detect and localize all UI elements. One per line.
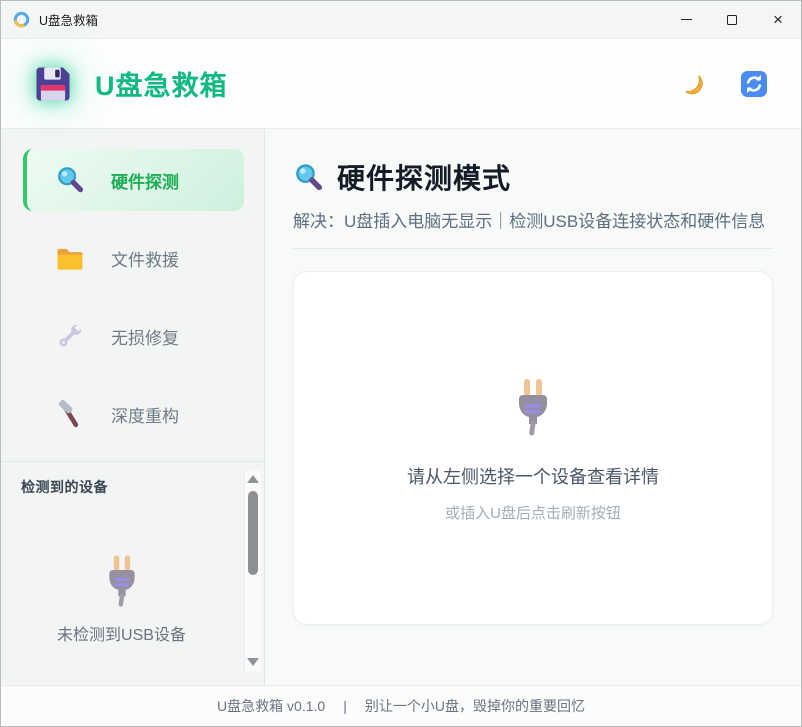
device-list-viewport: 未检测到USB设备 — [1, 506, 242, 673]
refresh-icon — [740, 70, 768, 98]
folder-icon — [55, 243, 85, 273]
app-logo — [29, 60, 77, 108]
close-button[interactable]: × — [755, 1, 801, 38]
plug-icon — [501, 373, 565, 437]
device-list-empty-state: 未检测到USB设备 — [1, 506, 242, 648]
footer-version: U盘急救箱 v0.1.0 — [217, 696, 325, 716]
page-subtitle: 解决：U盘插入电脑无显示｜检测USB设备连接状态和硬件信息 — [293, 209, 773, 249]
sidebar-item-label: 无损修复 — [111, 324, 179, 349]
scroll-up-arrow-icon[interactable] — [247, 475, 259, 483]
footer-slogan: 别让一个小U盘，毁掉你的重要回忆 — [365, 696, 585, 716]
floppy-disk-icon — [31, 62, 75, 106]
minimize-button[interactable] — [663, 1, 709, 38]
main-content: 硬件探测模式 解决：U盘插入电脑无显示｜检测USB设备连接状态和硬件信息 请从左… — [265, 129, 801, 685]
device-list-scrollbar[interactable] — [244, 470, 261, 671]
app-title: U盘急救箱 — [95, 64, 228, 103]
footer-separator: | — [343, 698, 347, 714]
wrench-icon — [55, 321, 85, 351]
maximize-button[interactable] — [709, 1, 755, 38]
plug-icon — [93, 550, 151, 608]
maximize-icon — [727, 15, 737, 25]
sidebar-item-label: 深度重构 — [111, 402, 179, 427]
sidebar-item-hardware-detect[interactable]: 硬件探测 — [23, 149, 244, 211]
sidebar-item-lossless-repair[interactable]: 无损修复 — [23, 305, 244, 367]
scrollbar-thumb[interactable] — [248, 491, 258, 575]
device-detail-placeholder-card: 请从左侧选择一个设备查看详情 或插入U盘后点击刷新按钮 — [293, 271, 773, 625]
page-title-row: 硬件探测模式 — [293, 157, 773, 197]
titlebar: U盘急救箱 × — [1, 1, 801, 39]
sidebar-nav: 硬件探测 文件救援 无损修复 深度重构 — [1, 129, 264, 461]
sidebar-item-label: 硬件探测 — [111, 168, 179, 193]
device-empty-text: 未检测到USB设备 — [57, 624, 186, 648]
placeholder-primary-text: 请从左侧选择一个设备查看详情 — [407, 463, 659, 489]
close-icon: × — [773, 11, 783, 28]
scroll-down-arrow-icon[interactable] — [247, 658, 259, 666]
app-window: U盘急救箱 × U盘急救箱 硬件探测 — [0, 0, 802, 727]
window-title: U盘急救箱 — [39, 10, 98, 29]
page-title: 硬件探测模式 — [337, 157, 511, 197]
app-header: U盘急救箱 — [1, 39, 801, 129]
device-list-heading: 检测到的设备 — [21, 477, 264, 497]
refresh-button[interactable] — [737, 67, 771, 101]
sidebar: 硬件探测 文件救援 无损修复 深度重构 检测到的设备 — [1, 129, 265, 685]
magnifier-icon — [55, 165, 85, 195]
sidebar-item-deep-rebuild[interactable]: 深度重构 — [23, 383, 244, 445]
sidebar-item-file-rescue[interactable]: 文件救援 — [23, 227, 244, 289]
hammer-icon — [55, 399, 85, 429]
device-list-panel: 检测到的设备 未检测到USB设备 — [1, 461, 264, 685]
status-footer: U盘急救箱 v0.1.0 | 别让一个小U盘，毁掉你的重要回忆 — [1, 685, 801, 726]
moon-icon — [679, 71, 705, 97]
sidebar-item-label: 文件救援 — [111, 246, 179, 271]
theme-toggle-button[interactable] — [675, 67, 709, 101]
minimize-icon — [681, 19, 692, 20]
placeholder-secondary-text: 或插入U盘后点击刷新按钮 — [445, 502, 621, 523]
magnifier-icon — [293, 162, 324, 193]
app-icon — [13, 11, 30, 28]
